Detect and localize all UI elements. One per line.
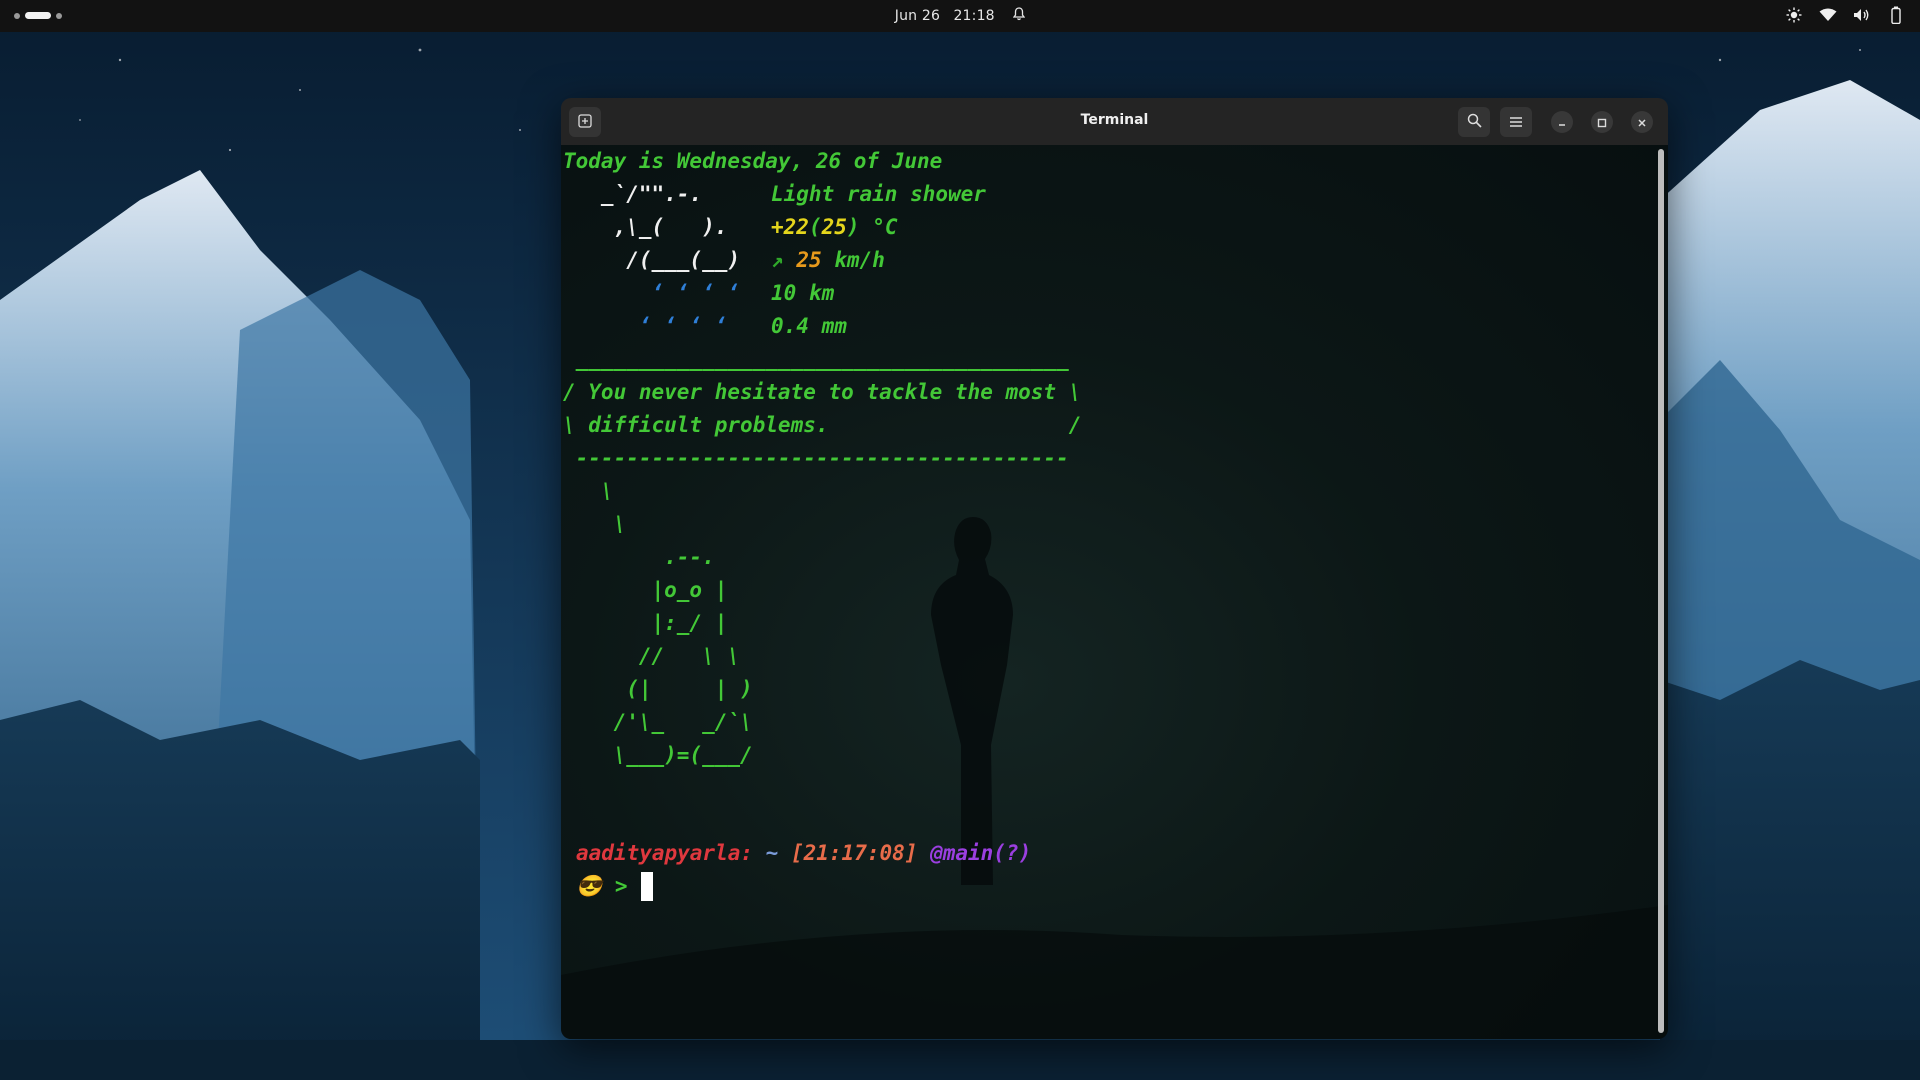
wifi-icon[interactable]: [1818, 5, 1838, 25]
text-cursor: [641, 872, 653, 901]
close-icon: [1637, 113, 1647, 132]
ascii-art-line: .--.: [563, 545, 715, 569]
weather-art-rain: ‘ ‘ ‘ ‘: [563, 281, 753, 305]
prompt-time: [21:17:08]: [790, 841, 918, 865]
speech-bubble-line: / You never hesitate to tackle the most …: [563, 380, 1082, 404]
ascii-art-line: (| | ): [563, 677, 753, 701]
prompt-symbol: >: [614, 874, 628, 898]
weather-visibility: 10 km: [771, 281, 835, 305]
scrollbar[interactable]: [1658, 149, 1664, 1033]
top-bar: Jun 26 21:18: [0, 0, 1920, 32]
weather-art-rain: ‘ ‘ ‘ ‘: [563, 314, 753, 338]
weather-art-line: _`/"".-.: [563, 182, 753, 206]
battery-icon[interactable]: [1886, 5, 1906, 25]
ascii-art-line: |o_o |: [563, 578, 728, 602]
temp-main: +22: [771, 215, 809, 239]
weather-art-line: ,\_( ).: [563, 215, 753, 239]
window-titlebar[interactable]: Terminal: [561, 98, 1668, 145]
system-tray[interactable]: [1784, 5, 1906, 25]
prompt-user: aadityapyarla:: [576, 841, 754, 865]
ascii-art-line: /'\_ _/`\: [563, 710, 753, 734]
terminal-body[interactable]: Today is Wednesday, 26 of June _`/"".-. …: [561, 145, 1668, 1039]
speech-bubble-line: \ difficult problems. /: [563, 413, 1082, 437]
ascii-art-line: \: [563, 479, 614, 503]
prompt-path: ~: [765, 841, 779, 865]
terminal-window[interactable]: Terminal Today is Wednesday, 26 of June …: [561, 98, 1668, 1039]
speech-bubble-bottom: ---------------------------------------: [563, 446, 1069, 470]
ascii-art-line: |:_/ |: [563, 611, 728, 635]
weather-condition: Light rain shower: [771, 182, 986, 206]
weather-heading: Today is Wednesday, 26 of June: [563, 149, 943, 173]
date-time[interactable]: Jun 26 21:18: [0, 7, 1920, 25]
weather-wind: ↗ 25 km/h: [771, 244, 885, 277]
prompt-branch: @main(?): [930, 841, 1032, 865]
speech-bubble-top: _______________________________________: [563, 347, 1069, 371]
brightness-icon[interactable]: [1784, 5, 1804, 25]
prompt-input-line[interactable]: 😎 >: [576, 870, 627, 903]
weather-art-line: /(___(__): [563, 248, 753, 272]
close-button[interactable]: [1631, 111, 1653, 133]
time-label: 21:18: [953, 8, 995, 24]
ascii-art-line: \___)=(___/: [563, 743, 753, 767]
terminal-output: Today is Wednesday, 26 of June _`/"".-. …: [561, 145, 1668, 1039]
wind-unit: km/h: [834, 248, 885, 272]
menu-icon: [1509, 113, 1523, 132]
temp-feels: 25: [821, 215, 847, 239]
minimize-button[interactable]: [1551, 111, 1573, 133]
shell-prompt: aadityapyarla: ~ [21:17:08] @main(?): [576, 837, 1031, 870]
prompt-emoji: 😎: [576, 874, 603, 898]
minimize-icon: [1557, 113, 1567, 132]
wind-speed: 25: [796, 248, 822, 272]
weather-precipitation: 0.4 mm: [771, 314, 847, 338]
bell-icon: [1012, 7, 1026, 25]
search-icon: [1467, 113, 1482, 132]
menu-button[interactable]: [1500, 107, 1532, 137]
temp-unit: °C: [872, 215, 898, 239]
date-label: Jun 26: [894, 8, 941, 24]
wind-arrow-icon: ↗: [771, 248, 784, 272]
weather-temperature: +22(25) °C: [771, 215, 898, 239]
maximize-icon: [1597, 113, 1607, 132]
maximize-button[interactable]: [1591, 111, 1613, 133]
ascii-art-line: // \ \: [563, 644, 741, 668]
ascii-art-line: \: [563, 512, 627, 536]
volume-icon[interactable]: [1852, 5, 1872, 25]
search-button[interactable]: [1458, 107, 1490, 137]
